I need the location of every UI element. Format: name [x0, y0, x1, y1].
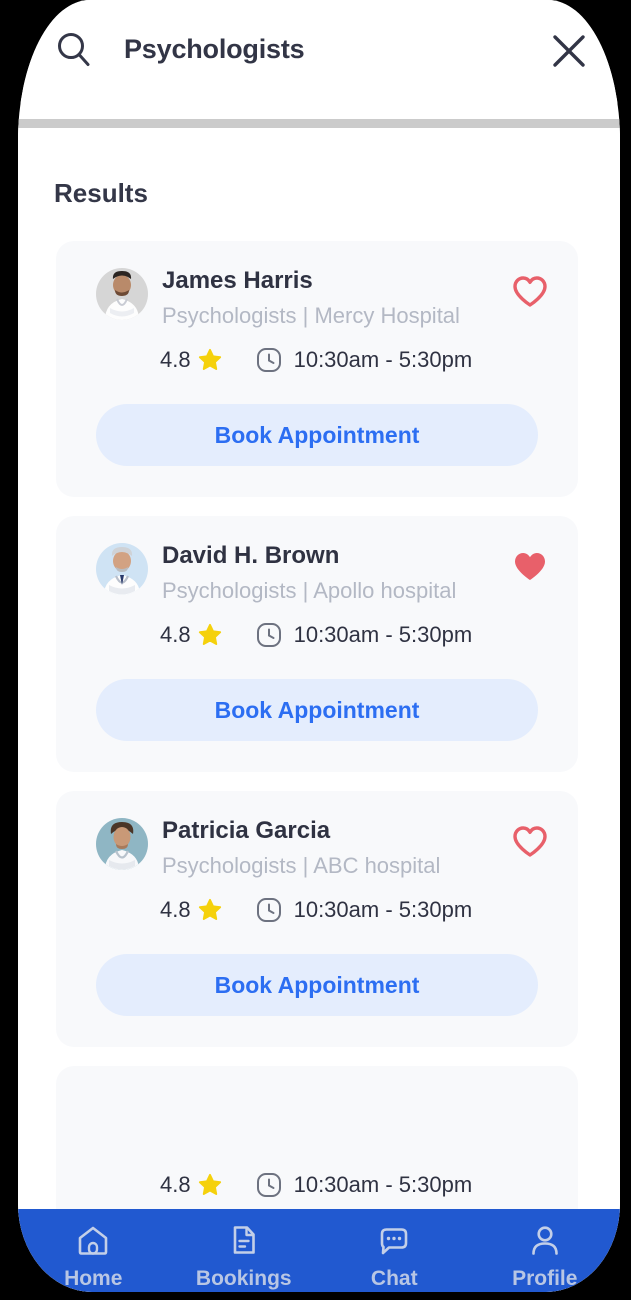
- doctor-meta: 4.8 10:30am - 5:30pm: [160, 622, 472, 648]
- book-appointment-button[interactable]: Book Appointment: [96, 679, 538, 741]
- doctor-specialty-hospital: Psychologists | ABC hospital: [162, 853, 441, 878]
- nav-item-chat[interactable]: Chat: [319, 1223, 470, 1291]
- doctor-name: James Harris: [162, 267, 313, 294]
- results-content: Results James Harris Psychologists | Mer…: [18, 128, 620, 1292]
- doctor-card[interactable]: Patricia Garcia Psychologists | ABC hosp…: [56, 791, 578, 1047]
- doctor-meta: 4.8 10:30am - 5:30pm: [160, 1172, 472, 1198]
- star-icon: [198, 1173, 222, 1197]
- nav-label-bookings: Bookings: [195, 1267, 292, 1290]
- home-icon: [76, 1223, 110, 1257]
- availability-hours: 10:30am - 5:30pm: [293, 1172, 473, 1197]
- doctor-specialty-hospital: Psychologists | Apollo hospital: [162, 578, 457, 603]
- bottom-navigation-bar: Home Bookings Chat Profile: [18, 1209, 620, 1292]
- rating-value: 4.8: [160, 1172, 191, 1197]
- person-icon: [528, 1223, 562, 1257]
- doctor-meta: 4.8 10:30am - 5:30pm: [160, 347, 472, 373]
- bezel-edge-top: [0, 150, 7, 164]
- rating-value: 4.8: [160, 622, 191, 647]
- volume-up-button[interactable]: [0, 205, 14, 255]
- doctor-card[interactable]: James Harris Psychologists | Mercy Hospi…: [56, 241, 578, 497]
- rating-value: 4.8: [160, 347, 191, 372]
- heart-outline-icon[interactable]: [510, 271, 550, 311]
- doctor-name: Patricia Garcia: [162, 817, 331, 844]
- search-icon[interactable]: [54, 30, 94, 70]
- doctor-meta: 4.8 10:30am - 5:30pm: [160, 897, 472, 923]
- clock-icon: [256, 622, 282, 648]
- nav-label-chat: Chat: [370, 1267, 418, 1290]
- volume-down-button[interactable]: [0, 366, 12, 392]
- book-appointment-button[interactable]: Book Appointment: [96, 954, 538, 1016]
- search-header: Psychologists: [18, 0, 620, 104]
- heart-outline-icon[interactable]: [510, 821, 550, 861]
- search-query-text[interactable]: Psychologists: [124, 34, 305, 65]
- phone-frame: Psychologists Results James Harris Psych…: [0, 0, 631, 1300]
- doctor-name: David H. Brown: [162, 542, 340, 569]
- star-icon: [198, 898, 222, 922]
- close-icon[interactable]: [550, 32, 588, 70]
- availability-hours: 10:30am - 5:30pm: [293, 347, 473, 372]
- avatar: [96, 818, 148, 870]
- bezel-edge-lower: [0, 590, 7, 618]
- star-icon: [198, 348, 222, 372]
- nav-label-profile: Profile: [512, 1267, 578, 1290]
- nav-item-profile[interactable]: Profile: [470, 1223, 621, 1291]
- heart-filled-icon[interactable]: [510, 546, 550, 586]
- phone-screen: Psychologists Results James Harris Psych…: [18, 0, 620, 1292]
- chat-bubble-icon: [377, 1223, 411, 1257]
- avatar: [96, 268, 148, 320]
- clock-icon: [256, 347, 282, 373]
- doctor-card[interactable]: David H. Brown Psychologists | Apollo ho…: [56, 516, 578, 772]
- page-title: Results: [54, 178, 148, 208]
- nav-item-bookings[interactable]: Bookings: [169, 1223, 320, 1291]
- document-icon: [227, 1223, 261, 1257]
- avatar: [96, 543, 148, 595]
- nav-label-home: Home: [64, 1267, 123, 1290]
- clock-icon: [256, 897, 282, 923]
- header-divider: [18, 119, 620, 128]
- star-icon: [198, 623, 222, 647]
- book-appointment-button[interactable]: Book Appointment: [96, 404, 538, 466]
- availability-hours: 10:30am - 5:30pm: [293, 897, 473, 922]
- nav-item-home[interactable]: Home: [18, 1223, 169, 1291]
- rating-value: 4.8: [160, 897, 191, 922]
- clock-icon: [256, 1172, 282, 1198]
- doctor-specialty-hospital: Psychologists | Mercy Hospital: [162, 303, 460, 328]
- availability-hours: 10:30am - 5:30pm: [293, 622, 473, 647]
